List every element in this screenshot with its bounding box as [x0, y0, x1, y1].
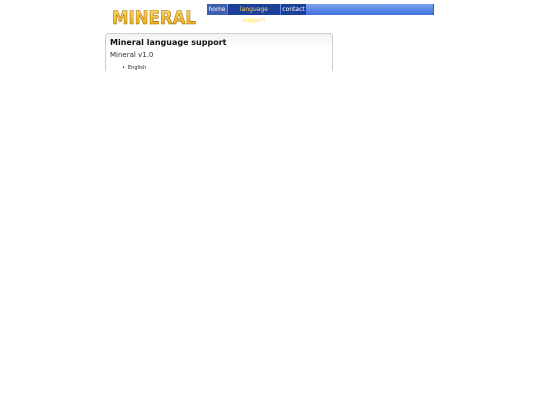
language-label: English — [128, 65, 147, 71]
nav-contact-link[interactable]: contact — [281, 4, 306, 15]
language-list: • English — [122, 65, 146, 71]
version-subtitle: Mineral v1.0 — [110, 51, 154, 59]
nav-home-link[interactable]: home — [207, 4, 227, 15]
bullet-icon: • — [122, 65, 125, 71]
list-item: • English — [122, 65, 146, 71]
page-title: Mineral language support — [110, 38, 227, 47]
mineral-logo[interactable]: MINERAL — [111, 4, 197, 28]
nav-language-support-link[interactable]: language support — [228, 4, 280, 24]
top-navigation: home language support contact — [207, 4, 434, 24]
content-panel: Mineral language support Mineral v1.0 • … — [105, 33, 333, 71]
logo-text: MINERAL — [112, 7, 196, 28]
